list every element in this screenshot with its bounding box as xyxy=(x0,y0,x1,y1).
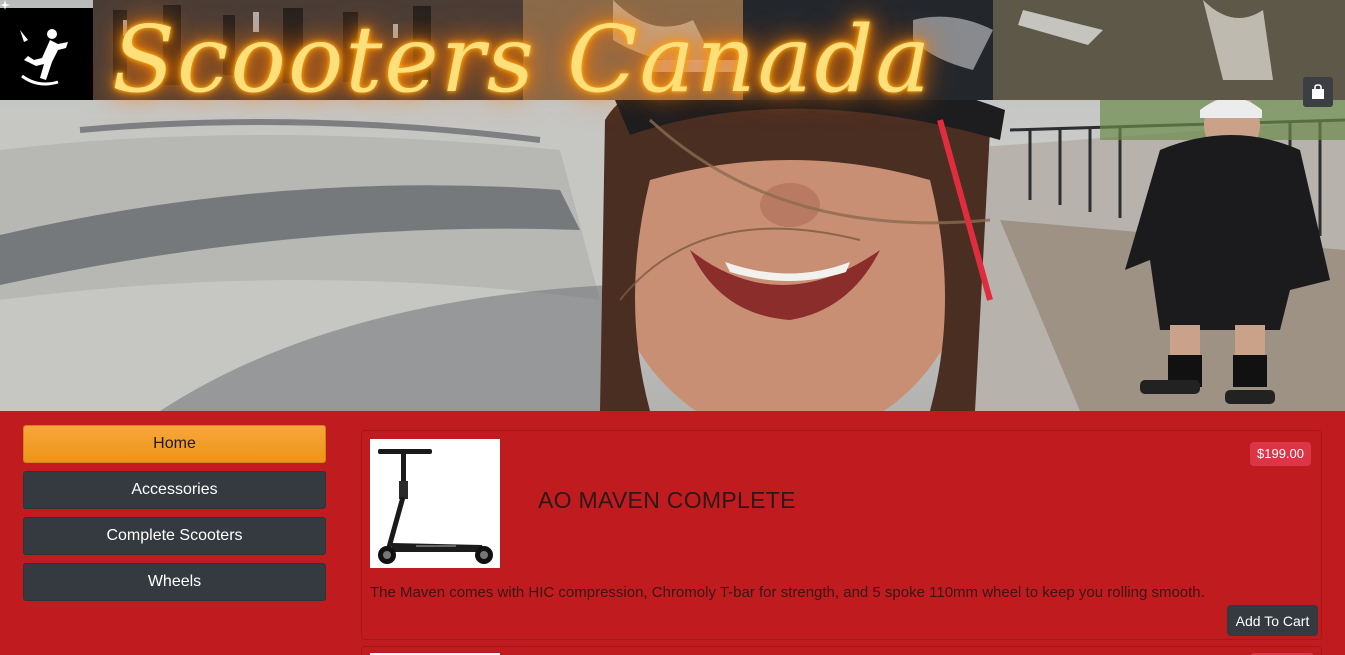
hero-banner: Scooters Canada xyxy=(0,0,1345,411)
skater-icon xyxy=(20,29,68,86)
price-badge: $199.00 xyxy=(1250,442,1311,466)
shopping-bag-icon xyxy=(1312,84,1324,99)
category-nav: Home Accessories Complete Scooters Wheel… xyxy=(23,425,326,609)
cart-button[interactable] xyxy=(1303,77,1333,107)
nav-item-accessories[interactable]: Accessories xyxy=(23,471,326,509)
product-card-next xyxy=(361,646,1322,655)
brand-title: Scooters Canada xyxy=(112,6,933,113)
nav-item-home[interactable]: Home xyxy=(23,425,326,463)
add-to-cart-button[interactable]: Add To Cart xyxy=(1227,605,1318,636)
site-logo[interactable] xyxy=(0,8,93,100)
nav-item-complete-scooters[interactable]: Complete Scooters xyxy=(23,517,326,555)
sparkle-icon xyxy=(0,0,10,10)
product-title[interactable]: AO MAVEN COMPLETE xyxy=(538,487,796,514)
scooter-image xyxy=(378,449,493,564)
product-description: The Maven comes with HIC compression, Ch… xyxy=(370,584,1205,601)
product-image[interactable] xyxy=(370,439,500,568)
nav-item-wheels[interactable]: Wheels xyxy=(23,563,326,601)
product-card: AO MAVEN COMPLETE $199.00 The Maven come… xyxy=(361,430,1322,640)
